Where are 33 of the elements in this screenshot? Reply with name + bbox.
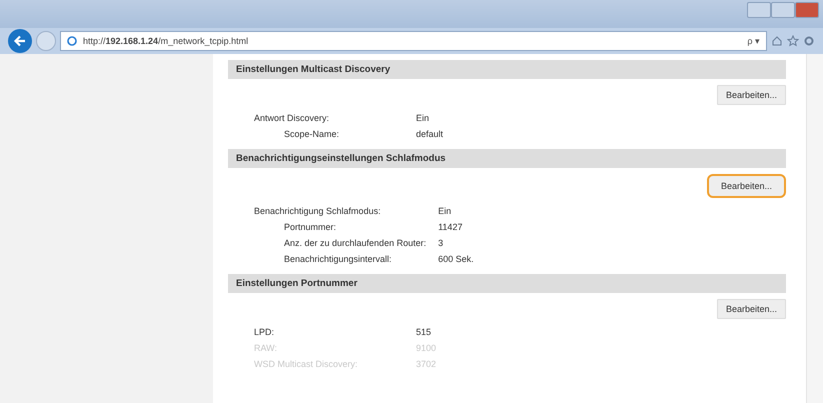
- setting-label: Scope-Name:: [283, 129, 340, 139]
- setting-value: Ein: [438, 206, 452, 216]
- setting-label: Anz. der zu durchlaufenden Router:: [283, 238, 426, 248]
- section-header: Benachrichtigungseinstellungen Schlafmodus: [228, 149, 786, 168]
- setting-value: 600 Sek.: [438, 254, 475, 264]
- setting-label: Benachrichtigungsintervall:: [283, 254, 393, 264]
- minimize-button[interactable]: [747, 2, 771, 18]
- edit-button[interactable]: Bearbeiten...: [706, 174, 786, 198]
- star-icon[interactable]: [787, 35, 799, 47]
- setting-label: Benachrichtigung Schlafmodus:: [254, 206, 382, 216]
- edit-button[interactable]: Bearbeiten...: [716, 299, 786, 319]
- close-button[interactable]: [795, 2, 819, 18]
- section-header: Einstellungen Multicast Discovery: [228, 60, 786, 79]
- back-arrow-icon: [13, 34, 27, 48]
- maximize-button[interactable]: [771, 2, 795, 18]
- setting-label: LPD:: [254, 327, 276, 337]
- section-header: Einstellungen Portnummer: [228, 274, 786, 293]
- forward-button[interactable]: [36, 31, 56, 51]
- setting-value: 3: [438, 238, 444, 248]
- back-button[interactable]: [8, 29, 32, 53]
- setting-label: Portnummer:: [283, 222, 338, 232]
- setting-value: 515: [416, 327, 432, 337]
- url-text: http://192.168.1.24/m_network_tcpip.html: [83, 36, 250, 46]
- home-icon[interactable]: [771, 35, 783, 47]
- setting-value: Ein: [416, 113, 430, 123]
- edit-button[interactable]: Bearbeiten...: [716, 85, 786, 105]
- setting-value: default: [416, 129, 444, 139]
- setting-value: 11427: [438, 222, 464, 232]
- setting-label: Antwort Discovery:: [254, 113, 330, 123]
- address-bar[interactable]: http://192.168.1.24/m_network_tcpip.html ρ ▾: [60, 31, 767, 51]
- search-dropdown[interactable]: ρ ▾: [747, 36, 760, 46]
- page-icon: [67, 36, 77, 46]
- scrollbar[interactable]: [806, 54, 823, 403]
